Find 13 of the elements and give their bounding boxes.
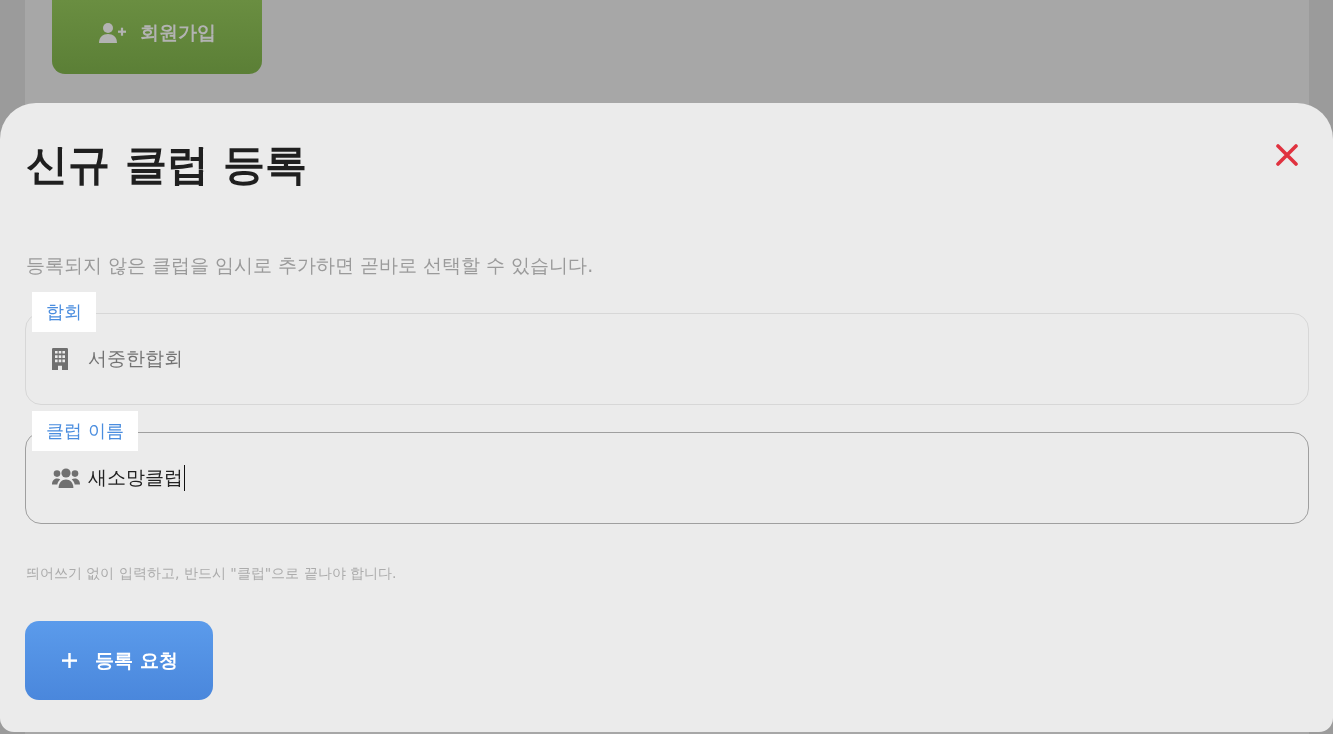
field-label: 클럽 이름 [32, 411, 138, 451]
hint-text: 띄어쓰기 없이 입력하고, 반드시 "클럽"으로 끝나야 합니다. [26, 564, 398, 583]
close-button[interactable] [1276, 144, 1298, 166]
submit-button[interactable]: 등록 요청 [25, 621, 213, 700]
dialog-description: 등록되지 않은 클럽을 임시로 추가하면 곧바로 선택할 수 있습니다. [26, 253, 595, 278]
group-icon [52, 468, 80, 488]
field-label: 합회 [32, 292, 96, 332]
building-icon [52, 348, 68, 370]
user-plus-icon [98, 23, 126, 43]
dialog-title: 신규 클럽 등록 [26, 139, 308, 191]
close-icon [1276, 144, 1298, 166]
plus-icon [62, 653, 78, 668]
text-cursor-icon [184, 465, 185, 491]
